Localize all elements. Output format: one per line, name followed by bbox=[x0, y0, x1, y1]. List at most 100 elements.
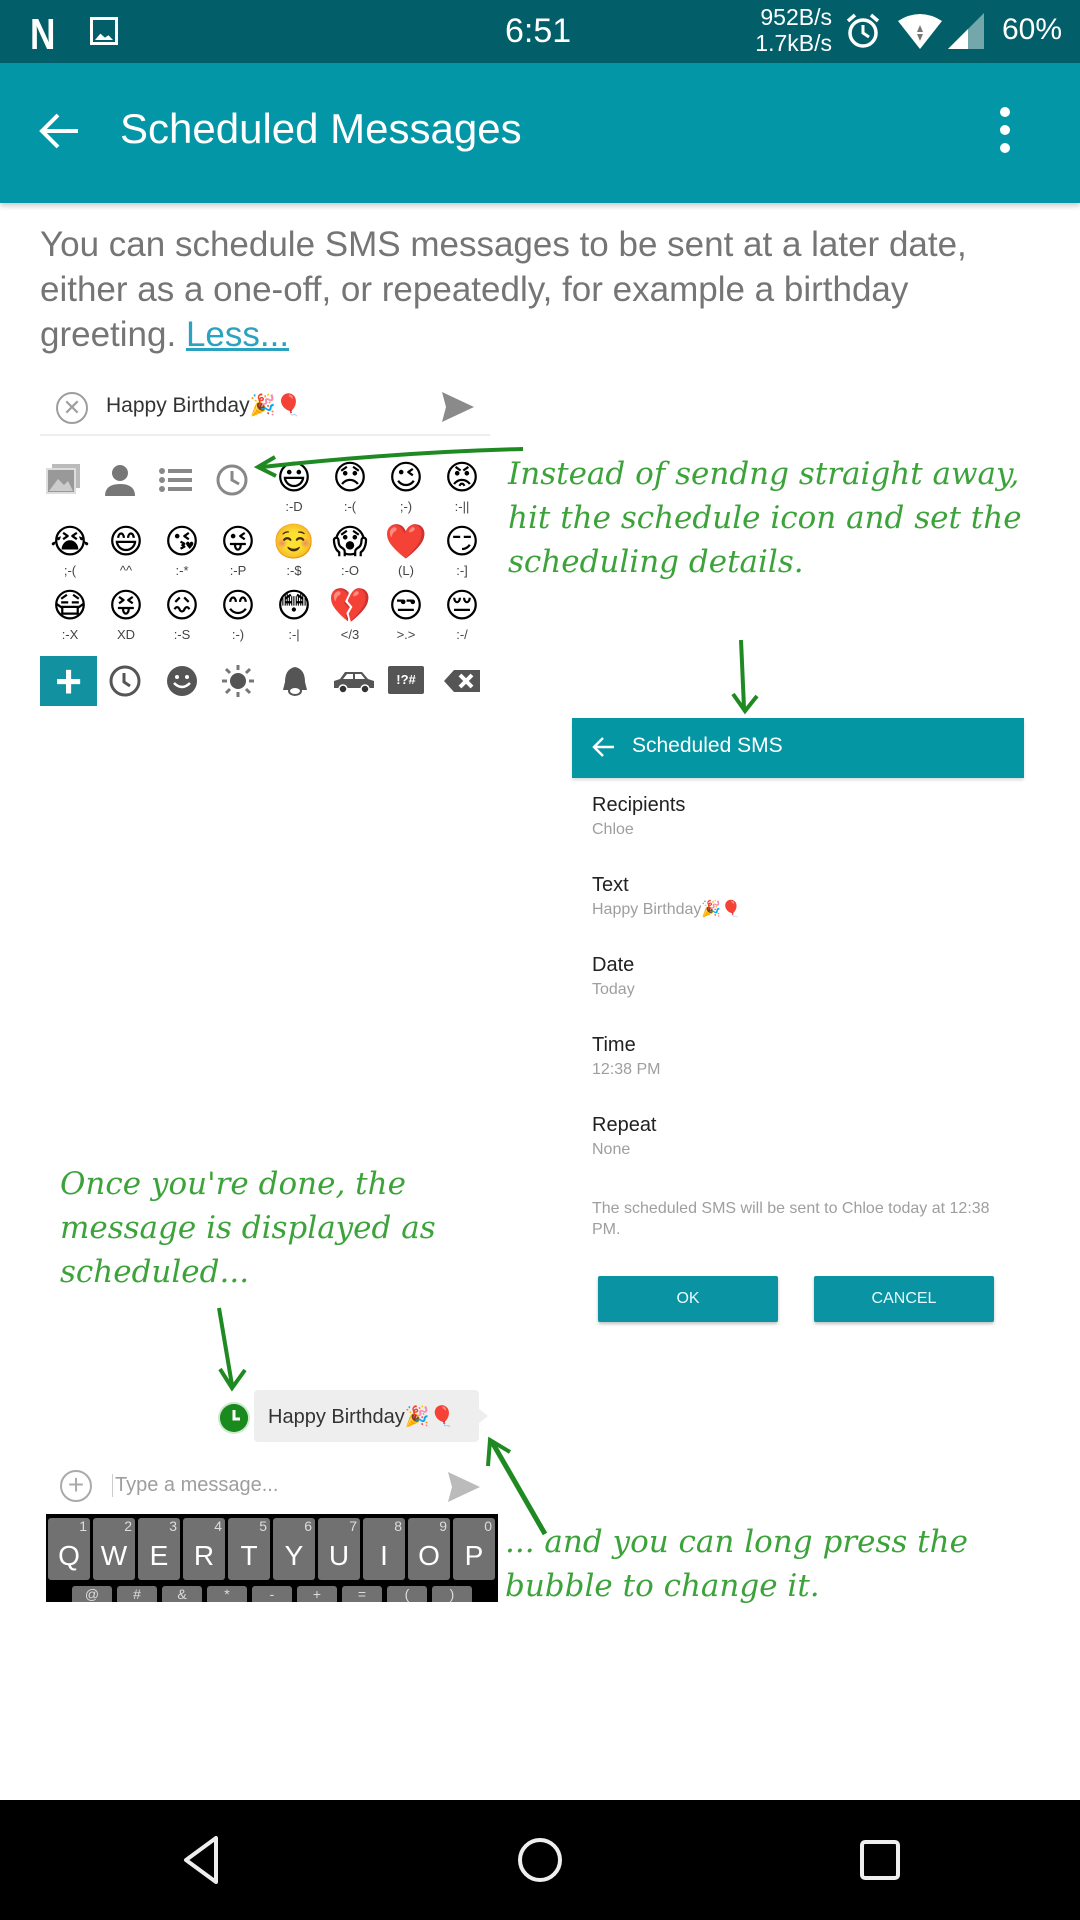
message-bubble: Happy Birthday🎉🎈 bbox=[254, 1390, 488, 1442]
annotation-schedule-tip: Instead of sendng straight away, hit the… bbox=[508, 456, 1022, 580]
arrow-left-icon bbox=[592, 737, 614, 757]
send-icon bbox=[442, 392, 474, 422]
emoji-item[interactable]: 😄 ^^ bbox=[98, 522, 154, 586]
emoji-item[interactable]: ❤️ (L) bbox=[378, 522, 434, 586]
key: * bbox=[207, 1586, 247, 1602]
key: 0P bbox=[453, 1518, 495, 1580]
field-recipients: Recipients Chloe bbox=[592, 794, 686, 838]
send-icon bbox=[448, 1472, 480, 1502]
compose-message: Happy Birthday🎉🎈 bbox=[106, 394, 302, 417]
emoji-item[interactable]: 😡:-|| bbox=[434, 458, 490, 522]
home-circle-icon[interactable] bbox=[514, 1834, 566, 1886]
smiley-icon bbox=[167, 666, 197, 696]
cell-signal-icon bbox=[948, 13, 984, 49]
key: 3E bbox=[138, 1518, 180, 1580]
key: 4R bbox=[183, 1518, 225, 1580]
back-triangle-icon[interactable] bbox=[176, 1834, 228, 1886]
emoji-category-bar: + !?# bbox=[40, 656, 490, 708]
emoji-item[interactable]: 😊:-) bbox=[210, 586, 266, 650]
emoji-item[interactable]: 😃:-D bbox=[266, 458, 322, 522]
key: 7U bbox=[318, 1518, 360, 1580]
key: 9O bbox=[408, 1518, 450, 1580]
recents-square-icon[interactable] bbox=[854, 1834, 906, 1886]
key: 1Q bbox=[48, 1518, 90, 1580]
net-down-speed: 1.7kB/s bbox=[755, 30, 832, 56]
key: 5T bbox=[228, 1518, 270, 1580]
bubble-text: Happy Birthday🎉🎈 bbox=[268, 1406, 455, 1428]
status-time: 6:51 bbox=[505, 12, 572, 50]
field-time: Time 12:38 PM bbox=[592, 1034, 661, 1078]
keyboard-illustration: 1Q 2W 3E 4R 5T 6Y 7U 8I 9O 0P @ # & * - … bbox=[46, 1514, 498, 1602]
add-attachment-icon: + bbox=[60, 1470, 92, 1502]
emoji-item[interactable]: 😱:-O bbox=[322, 522, 378, 586]
image-notification-icon bbox=[90, 17, 118, 45]
emoji-item[interactable]: 💔 </3 bbox=[322, 586, 378, 650]
bell-icon bbox=[283, 667, 307, 696]
compose-field-illustration: ✕ Happy Birthday🎉🎈 bbox=[40, 380, 490, 436]
description-body: You can schedule SMS messages to be sent… bbox=[40, 225, 967, 354]
emoji-item[interactable]: 😖:-S bbox=[154, 586, 210, 650]
field-text: Text Happy Birthday🎉🎈 bbox=[592, 874, 742, 918]
wifi-icon bbox=[898, 14, 942, 49]
message-input-illustration: + Type a message... bbox=[40, 1460, 490, 1510]
key: 6Y bbox=[273, 1518, 315, 1580]
key: ) bbox=[432, 1586, 472, 1602]
car-icon bbox=[334, 672, 374, 694]
emoji-item[interactable]: 😘:-* bbox=[154, 522, 210, 586]
schedule-clock-icon bbox=[216, 464, 248, 496]
symbols-icon: !?# bbox=[388, 666, 424, 694]
recent-clock-icon bbox=[109, 665, 141, 697]
annotation-displayed-tip: Once you're done, the message is display… bbox=[60, 1166, 436, 1290]
emoji-item[interactable]: 😉 ;-) bbox=[378, 458, 434, 522]
key: 2W bbox=[93, 1518, 135, 1580]
arrow-to-dialog bbox=[739, 639, 746, 709]
arrow-left-icon[interactable] bbox=[38, 109, 82, 153]
key: @ bbox=[72, 1586, 112, 1602]
key: 8I bbox=[363, 1518, 405, 1580]
notification-n-icon: N bbox=[30, 10, 56, 59]
arrow-to-scheduled-bubble bbox=[217, 1307, 234, 1386]
emoji-item[interactable]: 😞:-( bbox=[322, 458, 378, 522]
dialog-header: Scheduled SMS bbox=[572, 718, 1024, 778]
emoji-item[interactable]: 😷:-X bbox=[42, 586, 98, 650]
emoji-item[interactable]: 😜:-P bbox=[210, 522, 266, 586]
dialog-summary: The scheduled SMS will be sent to Chloe … bbox=[592, 1200, 990, 1238]
less-link[interactable]: Less... bbox=[186, 315, 289, 354]
description-text: You can schedule SMS messages to be sent… bbox=[40, 222, 1040, 357]
key: + bbox=[297, 1586, 337, 1602]
ok-button: OK bbox=[598, 1276, 778, 1322]
emoji-item[interactable]: 😳:-| bbox=[266, 586, 322, 650]
emoji-item[interactable]: ☺️:-$ bbox=[266, 522, 322, 586]
key: # bbox=[117, 1586, 157, 1602]
navigation-bar bbox=[0, 1800, 1080, 1920]
field-date: Date Today bbox=[592, 954, 635, 998]
app-bar: Scheduled Messages bbox=[0, 63, 1080, 203]
dialog-title: Scheduled SMS bbox=[632, 734, 783, 757]
field-repeat: Repeat None bbox=[592, 1114, 657, 1158]
annotation-long-press-tip: ... and you can long press the bubble to… bbox=[505, 1524, 968, 1604]
page-title: Scheduled Messages bbox=[120, 105, 522, 152]
emoji-item[interactable]: 😝 XD bbox=[98, 586, 154, 650]
gallery-icon bbox=[46, 464, 80, 494]
emoji-item[interactable]: 😏:-] bbox=[434, 522, 490, 586]
emoji-item[interactable]: 😔:-/ bbox=[434, 586, 490, 650]
net-up-speed: 952B/s bbox=[760, 4, 832, 30]
key: = bbox=[342, 1586, 382, 1602]
emoji-item[interactable]: 😭 ;-( bbox=[42, 522, 98, 586]
plus-icon: + bbox=[40, 656, 97, 706]
network-speed: 952B/s 1.7kB/s bbox=[742, 4, 832, 56]
list-icon bbox=[159, 468, 192, 492]
message-placeholder: Type a message... bbox=[112, 1474, 278, 1497]
key: ( bbox=[387, 1586, 427, 1602]
status-bar: N 6:51 952B/s 1.7kB/s 60% bbox=[0, 0, 1080, 63]
cancel-button: CANCEL bbox=[814, 1276, 994, 1322]
more-vert-icon[interactable] bbox=[990, 107, 1020, 159]
scheduled-clock-icon bbox=[220, 1404, 248, 1432]
scheduled-message-row: Happy Birthday🎉🎈 bbox=[220, 1390, 490, 1442]
emoji-item[interactable]: 😒 >.> bbox=[378, 586, 434, 650]
battery-level: 60% bbox=[1002, 13, 1063, 46]
key: & bbox=[162, 1586, 202, 1602]
key: - bbox=[252, 1586, 292, 1602]
scheduled-sms-dialog: Scheduled SMS Recipients Chloe Text Happ… bbox=[572, 718, 1024, 1338]
contact-icon bbox=[105, 465, 135, 496]
